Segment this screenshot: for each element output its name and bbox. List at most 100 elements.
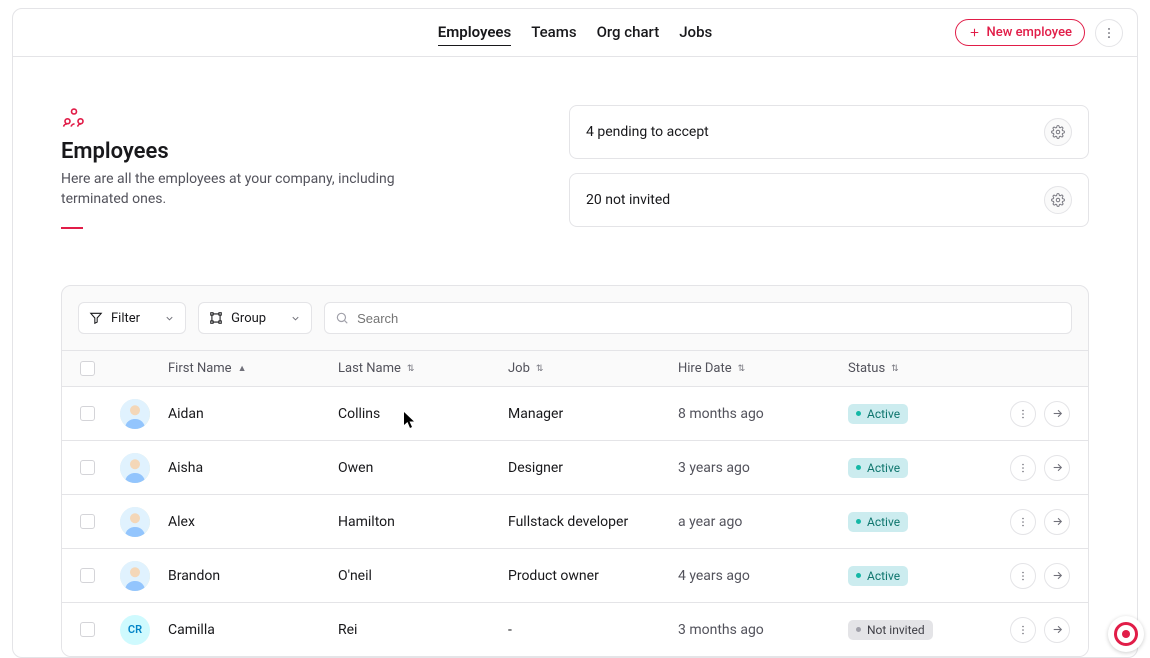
avatar — [120, 561, 150, 591]
row-overflow-button[interactable] — [1010, 455, 1036, 481]
chevron-down-icon — [290, 313, 301, 324]
row-select-checkbox[interactable] — [80, 406, 95, 421]
page-header: Employees Here are all the employees at … — [13, 57, 1137, 229]
arrow-right-icon — [1051, 407, 1064, 420]
cell-first-name: Aisha — [168, 460, 338, 476]
accent-underline — [61, 227, 83, 229]
cell-hire-date: 8 months ago — [678, 406, 848, 422]
cell-last-name: O'neil — [338, 568, 508, 584]
arrow-right-icon — [1051, 461, 1064, 474]
cell-hire-date: 4 years ago — [678, 568, 848, 584]
alert-settings-button[interactable] — [1044, 118, 1072, 146]
sort-icon: ⇅ — [407, 364, 415, 374]
tab-jobs[interactable]: Jobs — [679, 19, 712, 46]
row-select-checkbox[interactable] — [80, 568, 95, 583]
table-header: First Name ▲ Last Name ⇅ Job ⇅ Hire Date… — [62, 350, 1088, 386]
sort-icon: ⇅ — [891, 364, 899, 374]
group-button[interactable]: Group — [198, 302, 312, 334]
search-input[interactable] — [357, 311, 1061, 326]
search-field[interactable] — [324, 302, 1072, 334]
cell-first-name: Camilla — [168, 622, 338, 638]
cell-last-name: Hamilton — [338, 514, 508, 530]
row-overflow-button[interactable] — [1010, 401, 1036, 427]
status-badge: Active — [848, 404, 908, 424]
status-badge: Not invited — [848, 620, 933, 640]
cell-job: Product owner — [508, 568, 678, 584]
tab-org-chart[interactable]: Org chart — [597, 19, 660, 46]
kebab-icon — [1102, 26, 1116, 40]
row-open-button[interactable] — [1044, 401, 1070, 427]
arrow-right-icon — [1051, 515, 1064, 528]
avatar — [120, 507, 150, 537]
row-select-checkbox[interactable] — [80, 514, 95, 529]
kebab-icon — [1017, 624, 1029, 636]
cell-first-name: Alex — [168, 514, 338, 530]
row-open-button[interactable] — [1044, 455, 1070, 481]
filter-label: Filter — [111, 311, 140, 326]
row-open-button[interactable] — [1044, 617, 1070, 643]
page-subtitle: Here are all the employees at your compa… — [61, 170, 421, 209]
status-badge: Active — [848, 566, 908, 586]
table-row[interactable]: Aisha Owen Designer 3 years ago Active — [62, 440, 1088, 494]
column-status[interactable]: Status ⇅ — [848, 361, 970, 376]
alert-card-pending[interactable]: 4 pending to accept — [569, 105, 1089, 159]
record-icon — [1114, 622, 1138, 646]
gear-icon — [1051, 193, 1065, 207]
alert-text: 20 not invited — [586, 192, 670, 208]
avatar: CR — [120, 615, 150, 645]
new-employee-button[interactable]: New employee — [955, 19, 1085, 46]
cell-job: Manager — [508, 406, 678, 422]
column-job[interactable]: Job ⇅ — [508, 361, 678, 376]
table-row[interactable]: Brandon O'neil Product owner 4 years ago… — [62, 548, 1088, 602]
arrow-right-icon — [1051, 623, 1064, 636]
cell-job: Designer — [508, 460, 678, 476]
select-all-checkbox[interactable] — [80, 361, 95, 376]
help-widget[interactable] — [1108, 616, 1144, 652]
cell-job: - — [508, 622, 678, 638]
top-nav: Employees Teams Org chart Jobs New emplo… — [13, 9, 1137, 57]
cell-first-name: Brandon — [168, 568, 338, 584]
tab-employees[interactable]: Employees — [438, 19, 511, 46]
sort-icon: ⇅ — [536, 364, 544, 374]
cell-hire-date: 3 years ago — [678, 460, 848, 476]
people-icon — [61, 105, 421, 131]
status-badge: Active — [848, 458, 908, 478]
row-select-checkbox[interactable] — [80, 622, 95, 637]
row-open-button[interactable] — [1044, 509, 1070, 535]
kebab-icon — [1017, 516, 1029, 528]
group-label: Group — [231, 311, 266, 326]
cell-job: Fullstack developer — [508, 514, 678, 530]
row-select-checkbox[interactable] — [80, 460, 95, 475]
table-row[interactable]: CR Camilla Rei - 3 months ago Not invite… — [62, 602, 1088, 656]
arrow-right-icon — [1051, 569, 1064, 582]
filter-button[interactable]: Filter — [78, 302, 186, 334]
kebab-icon — [1017, 462, 1029, 474]
row-overflow-button[interactable] — [1010, 617, 1036, 643]
alert-settings-button[interactable] — [1044, 186, 1072, 214]
avatar — [120, 399, 150, 429]
column-first-name[interactable]: First Name ▲ — [168, 361, 338, 376]
topnav-overflow-button[interactable] — [1095, 19, 1123, 47]
page-title: Employees — [61, 139, 421, 164]
tab-teams[interactable]: Teams — [531, 19, 576, 46]
alert-text: 4 pending to accept — [586, 124, 709, 140]
row-overflow-button[interactable] — [1010, 509, 1036, 535]
filter-icon — [89, 311, 103, 325]
cell-hire-date: a year ago — [678, 514, 848, 530]
gear-icon — [1051, 125, 1065, 139]
table-row[interactable]: Alex Hamilton Fullstack developer a year… — [62, 494, 1088, 548]
cell-last-name: Collins — [338, 406, 508, 422]
search-icon — [335, 311, 349, 325]
column-hire-date[interactable]: Hire Date ⇅ — [678, 361, 848, 376]
employees-table-card: Filter Group — [61, 285, 1089, 657]
plus-icon — [968, 26, 981, 39]
column-last-name[interactable]: Last Name ⇅ — [338, 361, 508, 376]
status-badge: Active — [848, 512, 908, 532]
new-employee-label: New employee — [987, 25, 1072, 40]
table-row[interactable]: Aidan Collins Manager 8 months ago Activ… — [62, 386, 1088, 440]
row-overflow-button[interactable] — [1010, 563, 1036, 589]
kebab-icon — [1017, 570, 1029, 582]
row-open-button[interactable] — [1044, 563, 1070, 589]
alert-card-notinvited[interactable]: 20 not invited — [569, 173, 1089, 227]
cell-last-name: Rei — [338, 622, 508, 638]
